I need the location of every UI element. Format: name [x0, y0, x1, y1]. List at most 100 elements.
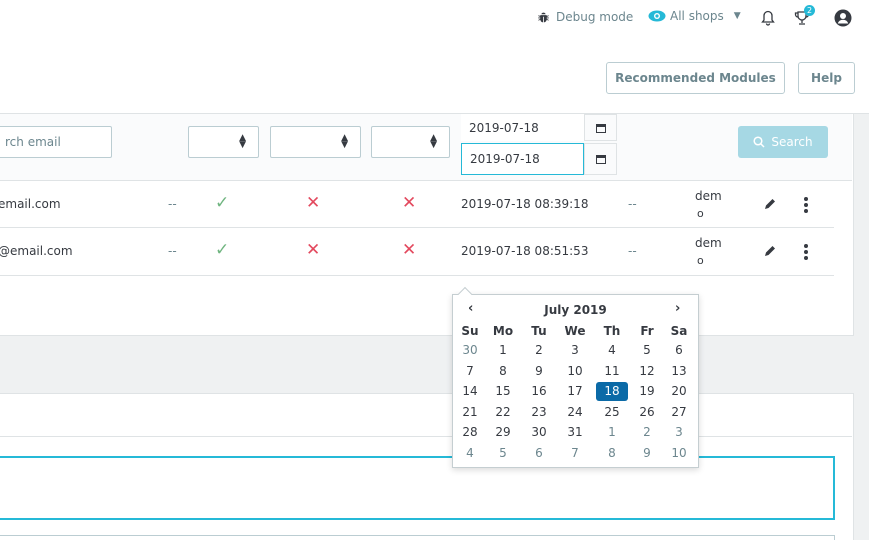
datepicker-popup: ‹ July 2019 › Su Mo Tu We Th Fr Sa 30 1 2 3 4 5 6 7 8 9…: [452, 286, 699, 468]
day-cell[interactable]: 17: [559, 382, 591, 401]
day-cell[interactable]: 30: [523, 423, 555, 442]
shop-selector[interactable]: All shops ▼: [648, 9, 741, 23]
day-cell[interactable]: 7: [559, 444, 591, 463]
cross-icon[interactable]: ✕: [402, 240, 416, 260]
bell-icon: [761, 10, 775, 26]
check-icon[interactable]: ✓: [215, 240, 229, 260]
day-cell[interactable]: 13: [663, 362, 695, 381]
date-from-input[interactable]: 2019-07-18: [461, 114, 584, 141]
help-button[interactable]: Help: [798, 62, 855, 94]
day-cell[interactable]: 20: [663, 382, 695, 401]
weekday-label: Sa: [670, 324, 688, 338]
next-month-button[interactable]: ›: [675, 301, 680, 316]
day-cell[interactable]: 12: [631, 362, 663, 381]
day-cell[interactable]: 5: [487, 444, 519, 463]
day-cell[interactable]: 15: [487, 382, 519, 401]
day-cell[interactable]: 4: [454, 444, 486, 463]
sort-arrows-icon: ▲ ▼: [239, 133, 246, 150]
day-cell[interactable]: 3: [559, 341, 591, 360]
sql-query-textarea[interactable]: [0, 456, 835, 520]
calendar-icon: [595, 123, 606, 133]
table-row: @email.com -- ✓ ✕ ✕ 2019-07-18 08:51:53 …: [0, 229, 834, 276]
cross-icon[interactable]: ✕: [306, 193, 320, 213]
day-cell[interactable]: 26: [631, 403, 663, 422]
day-cell[interactable]: 22: [487, 403, 519, 422]
day-cell[interactable]: 29: [487, 423, 519, 442]
day-cell[interactable]: 9: [523, 362, 555, 381]
day-cell[interactable]: 21: [454, 403, 486, 422]
notifications-button[interactable]: [758, 8, 778, 28]
day-cell[interactable]: 8: [487, 362, 519, 381]
cross-icon[interactable]: ✕: [306, 240, 320, 260]
account-button[interactable]: [833, 8, 853, 28]
more-actions-icon[interactable]: [804, 197, 808, 213]
day-cell[interactable]: 24: [559, 403, 591, 422]
check-icon[interactable]: ✓: [215, 193, 229, 213]
user-avatar-icon: [834, 9, 852, 27]
datepicker-month-title[interactable]: July 2019: [453, 303, 698, 317]
day-cell[interactable]: 11: [596, 362, 628, 381]
day-cell[interactable]: 19: [631, 382, 663, 401]
day-cell[interactable]: 25: [596, 403, 628, 422]
bug-icon: [538, 12, 549, 22]
day-cell[interactable]: 10: [559, 362, 591, 381]
date-to-calendar-button[interactable]: [584, 143, 617, 175]
selected-day[interactable]: 18: [596, 382, 628, 401]
employee-email: email.com: [0, 197, 61, 211]
day-cell[interactable]: 31: [559, 423, 591, 442]
empty-value: --: [628, 197, 637, 211]
day-cell[interactable]: 16: [523, 382, 555, 401]
caret-down-icon: ▼: [733, 11, 741, 21]
weekday-label: We: [564, 324, 586, 338]
empty-value: --: [168, 244, 177, 258]
recommended-modules-button[interactable]: Recommended Modules: [606, 62, 785, 94]
day-cell[interactable]: 3: [663, 423, 695, 442]
search-icon: [753, 136, 765, 148]
debug-mode-label: Debug mode: [556, 10, 634, 24]
day-cell[interactable]: 14: [454, 382, 486, 401]
empty-value: --: [628, 244, 637, 258]
debug-mode-indicator[interactable]: Debug mode: [537, 10, 633, 24]
weekday-label: Su: [461, 324, 479, 338]
day-cell[interactable]: 23: [523, 403, 555, 422]
day-cell[interactable]: 10: [663, 444, 695, 463]
day-cell[interactable]: 27: [663, 403, 695, 422]
bottom-field[interactable]: [0, 535, 835, 540]
filter-select-2[interactable]: ▲ ▼: [270, 126, 361, 158]
day-cell[interactable]: 9: [631, 444, 663, 463]
employee-name-line1: dem: [695, 236, 722, 250]
more-actions-icon[interactable]: [804, 244, 808, 260]
empty-value: --: [168, 197, 177, 211]
day-cell[interactable]: 5: [631, 341, 663, 360]
employee-email: @email.com: [0, 244, 73, 258]
filter-select-3[interactable]: ▲ ▼: [371, 126, 450, 158]
sort-arrows-icon: ▲ ▼: [430, 133, 437, 150]
date-to-input[interactable]: 2019-07-18: [461, 143, 584, 175]
trophy-button[interactable]: 2: [792, 5, 815, 28]
email-filter-input[interactable]: rch email: [0, 126, 112, 158]
day-cell[interactable]: 8: [596, 444, 628, 463]
date-from-calendar-button[interactable]: [584, 114, 617, 141]
eye-icon: [648, 10, 666, 22]
last-connection-date: 2019-07-18 08:51:53: [461, 244, 589, 258]
divider: [0, 436, 852, 437]
day-cell[interactable]: 6: [663, 341, 695, 360]
last-connection-date: 2019-07-18 08:39:18: [461, 197, 589, 211]
day-cell[interactable]: 28: [454, 423, 486, 442]
shop-selector-label: All shops: [670, 9, 724, 23]
cross-icon[interactable]: ✕: [402, 193, 416, 213]
day-cell[interactable]: 4: [596, 341, 628, 360]
day-cell[interactable]: 6: [523, 444, 555, 463]
edit-pencil-icon[interactable]: [763, 244, 777, 258]
day-cell[interactable]: 7: [454, 362, 486, 381]
weekday-label: Tu: [531, 324, 547, 338]
day-cell[interactable]: 1: [596, 423, 628, 442]
filter-select-1[interactable]: ▲ ▼: [188, 126, 259, 158]
day-cell[interactable]: 30: [454, 341, 486, 360]
day-cell[interactable]: 2: [631, 423, 663, 442]
search-button[interactable]: Search: [738, 126, 828, 158]
day-cell[interactable]: 2: [523, 341, 555, 360]
table-row: email.com -- ✓ ✕ ✕ 2019-07-18 08:39:18 -…: [0, 181, 834, 228]
day-cell[interactable]: 1: [487, 341, 519, 360]
edit-pencil-icon[interactable]: [763, 197, 777, 211]
